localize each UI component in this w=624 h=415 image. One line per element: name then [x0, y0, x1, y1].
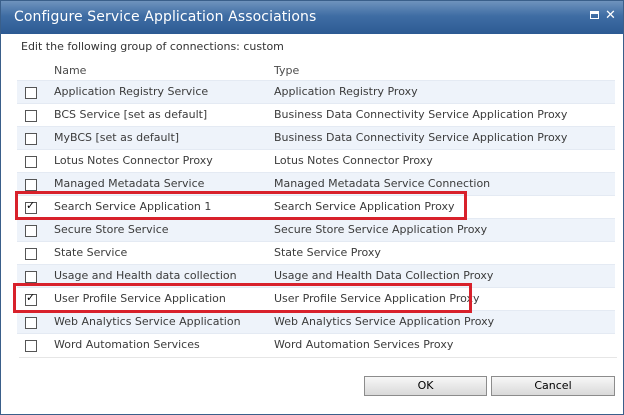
- table-row: Lotus Notes Connector Proxy Lotus Notes C…: [17, 149, 615, 173]
- row-name: Application Registry Service: [54, 85, 209, 98]
- row-type: Managed Metadata Service Connection: [274, 177, 491, 190]
- highlight-box-user-profile: [13, 283, 472, 313]
- group-description: Edit the following group of connections:…: [21, 40, 284, 53]
- row-checkbox[interactable]: [25, 179, 37, 191]
- table-row: State Service State Service Proxy: [17, 241, 615, 265]
- row-checkbox[interactable]: [25, 340, 37, 352]
- row-type: Secure Store Service Application Proxy: [274, 223, 488, 236]
- row-name: Web Analytics Service Application: [54, 315, 241, 328]
- row-type: Application Registry Proxy: [274, 85, 418, 98]
- row-checkbox[interactable]: [25, 156, 37, 168]
- close-icon[interactable]: ✕: [604, 9, 617, 22]
- row-type: Lotus Notes Connector Proxy: [274, 154, 433, 167]
- highlight-box-search: [15, 191, 467, 220]
- cancel-button[interactable]: Cancel: [491, 376, 615, 396]
- row-checkbox[interactable]: [25, 317, 37, 329]
- row-type: Usage and Health Data Collection Proxy: [274, 269, 494, 282]
- row-checkbox[interactable]: [25, 110, 37, 122]
- table-row: Application Registry Service Application …: [17, 80, 615, 104]
- row-checkbox[interactable]: [25, 225, 37, 237]
- footer-divider: [19, 357, 617, 358]
- row-name: Word Automation Services: [54, 338, 200, 351]
- row-name: State Service: [54, 246, 128, 259]
- row-name: MyBCS [set as default]: [54, 131, 180, 144]
- table-row: Web Analytics Service Application Web Ana…: [17, 310, 615, 334]
- row-checkbox[interactable]: [25, 87, 37, 99]
- row-type: Business Data Connectivity Service Appli…: [274, 131, 568, 144]
- table-row: Word Automation Services Word Automation …: [17, 333, 615, 357]
- dialog-title: Configure Service Application Associatio…: [14, 9, 317, 25]
- row-name: Managed Metadata Service: [54, 177, 205, 190]
- row-type: State Service Proxy: [274, 246, 381, 259]
- column-header-type: Type: [274, 64, 300, 77]
- row-type: Web Analytics Service Application Proxy: [274, 315, 495, 328]
- column-header-name: Name: [54, 64, 87, 77]
- row-name: Secure Store Service: [54, 223, 169, 236]
- table-row: BCS Service [set as default] Business Dat…: [17, 103, 615, 127]
- row-type: Word Automation Services Proxy: [274, 338, 454, 351]
- row-type: Business Data Connectivity Service Appli…: [274, 108, 568, 121]
- ok-button[interactable]: OK: [364, 376, 487, 396]
- table-row: Secure Store Service Secure Store Service…: [17, 218, 615, 242]
- row-name: BCS Service [set as default]: [54, 108, 208, 121]
- row-name: Usage and Health data collection: [54, 269, 237, 282]
- table-row: MyBCS [set as default] Business Data Conn…: [17, 126, 615, 150]
- maximize-icon[interactable]: [588, 9, 601, 22]
- row-checkbox[interactable]: [25, 133, 37, 145]
- row-name: Lotus Notes Connector Proxy: [54, 154, 213, 167]
- title-bar: Configure Service Application Associatio…: [1, 1, 623, 34]
- row-checkbox[interactable]: [25, 271, 37, 283]
- row-checkbox[interactable]: [25, 248, 37, 260]
- dialog-window: Configure Service Application Associatio…: [0, 0, 624, 415]
